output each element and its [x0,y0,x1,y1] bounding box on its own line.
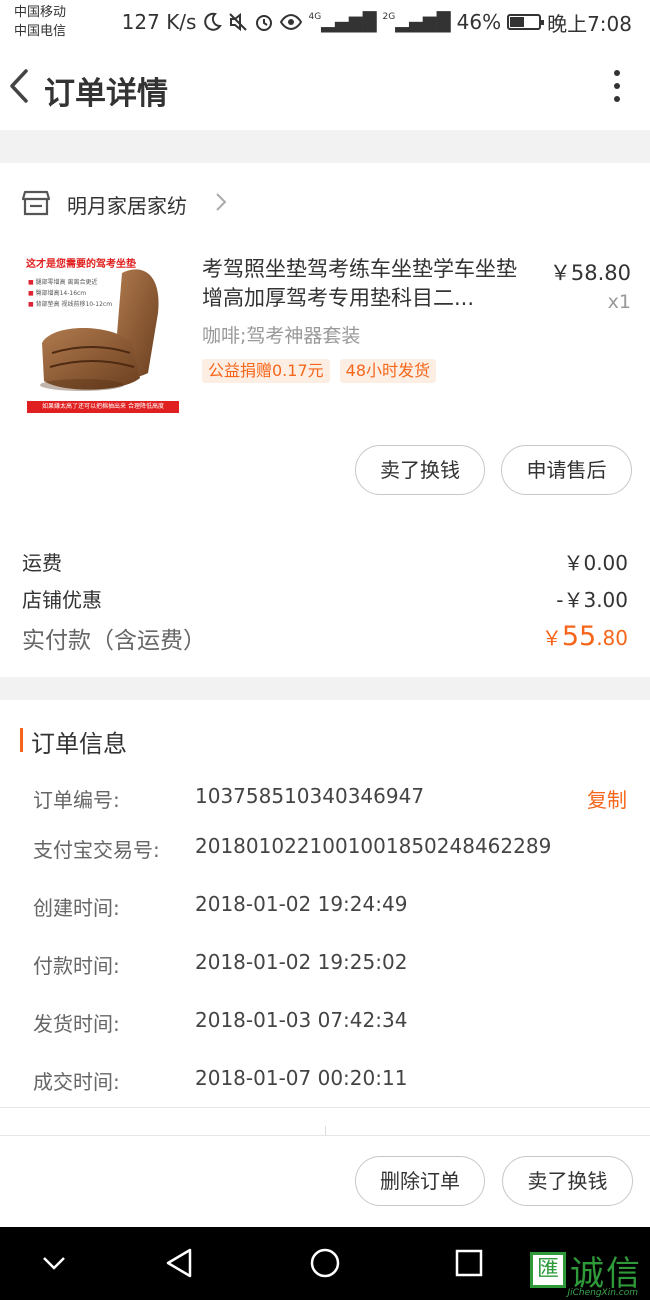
shipping-fee-value: ￥0.00 [563,551,628,575]
product-title[interactable]: 考驾照坐垫驾考练车坐垫学车坐垫增高加厚驾考专用垫科目二... [202,255,532,313]
chevron-right-icon [216,193,227,211]
status-bar: 中国移动 中国电信 127 K/s 4G▂▄▆█ 2G▂▄▆█ 46% 晚上7:… [0,0,650,44]
info-label: 支付宝交易号: [33,838,160,862]
watermark-subtext: JiChengXin.com [567,1288,638,1298]
nav-home-icon[interactable] [307,1245,343,1281]
shipping-fee-row: 运费 ￥0.00 [22,547,628,576]
shop-icon [22,190,50,216]
clock: 晚上7:08 [547,11,632,36]
order-info-section: 订单信息 订单编号: 103758510340346947 复制 支付宝交易号:… [0,700,650,1107]
sell-for-cash-button[interactable]: 卖了换钱 [355,445,485,495]
signal-2g-icon: 2G▂▄▆█ [382,11,451,33]
seat-cushion-picture [40,269,159,391]
payment-time: 2018-01-02 19:25:02 [195,950,408,974]
section-accent-bar [20,728,23,752]
bottom-action-bar: 删除订单 卖了换钱 [0,1135,650,1227]
mute-icon [229,12,248,32]
product-quantity: x1 [607,291,631,313]
info-label: 付款时间: [33,954,120,978]
more-menu-icon[interactable] [612,70,622,106]
info-label: 成交时间: [33,1070,120,1094]
charity-tag: 公益捐赠0.17元 [202,359,330,383]
amount-paid-value: ￥55.80 [542,621,628,655]
contact-strip [0,1107,650,1136]
completed-time: 2018-01-07 00:20:11 [195,1066,408,1090]
page-title: 订单详情 [44,76,168,112]
product-tags: 公益捐赠0.17元 48小时发货 [202,359,437,383]
signal-2g-label: 2G [382,11,396,22]
watermark-box: 匯 [530,1252,566,1288]
shipped-time: 2018-01-03 07:42:34 [195,1008,408,1032]
order-card: 明月家居家纺 这才是您需要的驾考坐垫 腿部零增高 离离合更近 臀部增高14-16… [0,163,650,677]
eye-icon [280,13,303,31]
battery-percent: 46% [456,10,502,34]
alarm-icon [256,15,273,31]
sell-for-cash-button-bottom[interactable]: 卖了换钱 [502,1156,633,1206]
net-speed: 127 K/s [121,10,197,34]
product-price: ￥58.80 [549,261,631,285]
product-thumbnail[interactable]: 这才是您需要的驾考坐垫 腿部零增高 离离合更近 臀部增高14-16cm 背部垫高… [22,253,182,418]
nav-back-icon[interactable] [162,1245,198,1281]
amount-paid-row: 实付款（含运费） ￥55.80 [22,621,628,655]
battery-icon [507,14,545,30]
order-info-title: 订单信息 [31,730,127,758]
amount-paid-currency: ￥ [541,626,562,650]
signal-4g-icon: 4G▂▄▆█ [308,11,377,33]
delete-order-button[interactable]: 删除订单 [355,1156,485,1206]
info-label: 发货时间: [33,1012,120,1036]
status-indicators: 127 K/s 4G▂▄▆█ 2G▂▄▆█ 46% 晚上7:08 [121,10,632,36]
copy-button[interactable]: 复制 [587,784,627,813]
system-nav-bar: 匯 诚信 [0,1227,650,1300]
alipay-trade-number: 2018010221001001850248462289 [195,834,552,858]
chevron-down-icon[interactable] [36,1245,72,1281]
shipping-tag: 48小时发货 [339,359,437,383]
shop-discount-value: -￥3.00 [556,588,628,612]
shop-name: 明月家居家纺 [67,194,187,218]
amount-paid-decimal: .80 [596,626,628,650]
created-time: 2018-01-02 19:24:49 [195,892,408,916]
shop-row[interactable]: 明月家居家纺 [0,163,650,243]
carrier-info: 中国移动 中国电信 [14,3,66,41]
nav-recents-icon[interactable] [451,1245,487,1281]
back-arrow-icon[interactable] [6,66,36,106]
moon-icon [204,12,223,31]
app-header: 订单详情 [0,44,650,130]
signal-4g-label: 4G [308,11,322,22]
carrier-2: 中国电信 [14,24,67,39]
amount-paid-integer: 55 [561,621,597,652]
amount-paid-label: 实付款（含运费） [22,628,206,654]
shipping-fee-label: 运费 [22,551,62,575]
shop-discount-label: 店铺优惠 [22,588,102,612]
order-number: 103758510340346947 [195,784,425,808]
info-label: 创建时间: [33,896,120,920]
after-sale-button[interactable]: 申请售后 [501,445,632,495]
carrier-1: 中国移动 [14,5,67,20]
image-footer-bar: 如果嫌太高了还可以把棉抽出来 合理降低高度 [27,401,179,413]
info-label: 订单编号: [33,788,120,812]
shop-discount-row: 店铺优惠 -￥3.00 [22,584,628,613]
product-spec: 咖啡;驾考神器套装 [202,325,361,347]
